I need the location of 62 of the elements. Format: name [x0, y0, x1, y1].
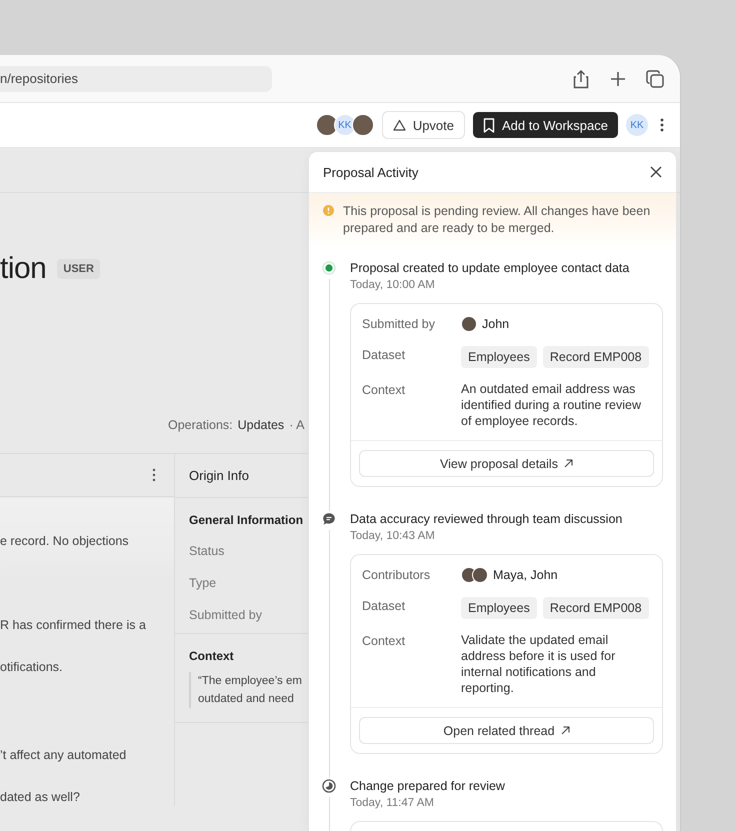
field-label: Contributors	[362, 567, 432, 584]
operations-label: Operations:	[168, 418, 233, 434]
action-button[interactable]: Open related thread	[359, 717, 654, 744]
close-icon[interactable]	[650, 166, 662, 178]
action-button[interactable]: View proposal details	[359, 450, 654, 477]
page-title: tion	[0, 252, 46, 286]
context-quote: “The employee’s em outdated and need	[189, 672, 302, 708]
chat-bubble-icon	[322, 512, 336, 526]
avatar	[461, 316, 477, 332]
avatar	[316, 114, 338, 136]
avatar	[352, 114, 374, 136]
comment-text: dated as well?	[0, 789, 81, 806]
notice-text: This proposal is pending review. All changes have been prepared and are ready to be merged.	[343, 203, 652, 237]
context-text: Validate the updated email address before it is used for internal notifications and reporting.	[461, 632, 616, 696]
upvote-button[interactable]: Upvote	[382, 111, 466, 139]
dataset-tag: Employees	[461, 597, 537, 619]
event-title: Change prepared for review	[350, 778, 506, 795]
dataset-tag: Record EMP008	[542, 597, 649, 619]
field-label: Dataset	[362, 598, 406, 615]
section-title: General Information	[189, 512, 304, 529]
operations-value: Updates	[238, 418, 284, 434]
arrow-up-right-icon	[560, 726, 570, 735]
person-name: John	[482, 317, 510, 331]
field-label: Context	[362, 633, 406, 650]
field-label: Submitted by	[362, 316, 436, 333]
comment-text: ’t affect any automated	[0, 747, 128, 764]
half-circle-icon	[322, 779, 336, 793]
dataset-tag: Employees	[461, 346, 537, 368]
comment-text: otifications.	[0, 659, 64, 676]
dataset-tag: Record EMP008	[542, 346, 649, 368]
more-icon[interactable]	[150, 467, 158, 483]
context-text: An outdated email address was identified during a routine review of employee records.	[461, 381, 642, 429]
field-label: Submitted by	[189, 608, 263, 624]
avatar	[472, 567, 488, 583]
plus-icon[interactable]	[609, 70, 627, 88]
bookmark-icon	[483, 118, 496, 132]
event-time: Today, 10:43 AM	[350, 529, 436, 544]
section-title: Context	[189, 648, 234, 665]
comment-text: R has confirmed there is a	[0, 617, 147, 634]
status-dot-icon	[322, 261, 336, 275]
tabs-icon[interactable]	[646, 70, 664, 88]
operations-more: · A	[289, 418, 304, 434]
event-title: Data accuracy reviewed through team discussion	[350, 511, 624, 528]
address-field[interactable]: n/repositories	[0, 66, 272, 92]
event-time: Today, 11:47 AM	[350, 796, 435, 811]
avatar: KK	[334, 114, 356, 136]
triangle-icon	[392, 119, 406, 131]
panel-title: Proposal Activity	[323, 164, 418, 180]
arrow-up-right-icon	[564, 459, 573, 468]
field-label: Status	[189, 544, 226, 560]
event-title: Proposal created to update employee contact data	[350, 260, 630, 277]
share-icon[interactable]	[572, 68, 590, 88]
event-time: Today, 10:00 AM	[350, 278, 436, 293]
user-tag: USER	[57, 259, 100, 279]
comment-text: e record. No objections	[0, 534, 129, 548]
field-label: Dataset	[362, 347, 406, 364]
user-avatar[interactable]: KK	[626, 114, 648, 136]
warning-icon	[323, 205, 334, 216]
add-to-workspace-button[interactable]: Add to Workspace	[473, 112, 618, 138]
person-name: Maya, John	[493, 568, 558, 582]
field-label: Type	[189, 576, 218, 592]
field-label: Context	[362, 382, 406, 399]
